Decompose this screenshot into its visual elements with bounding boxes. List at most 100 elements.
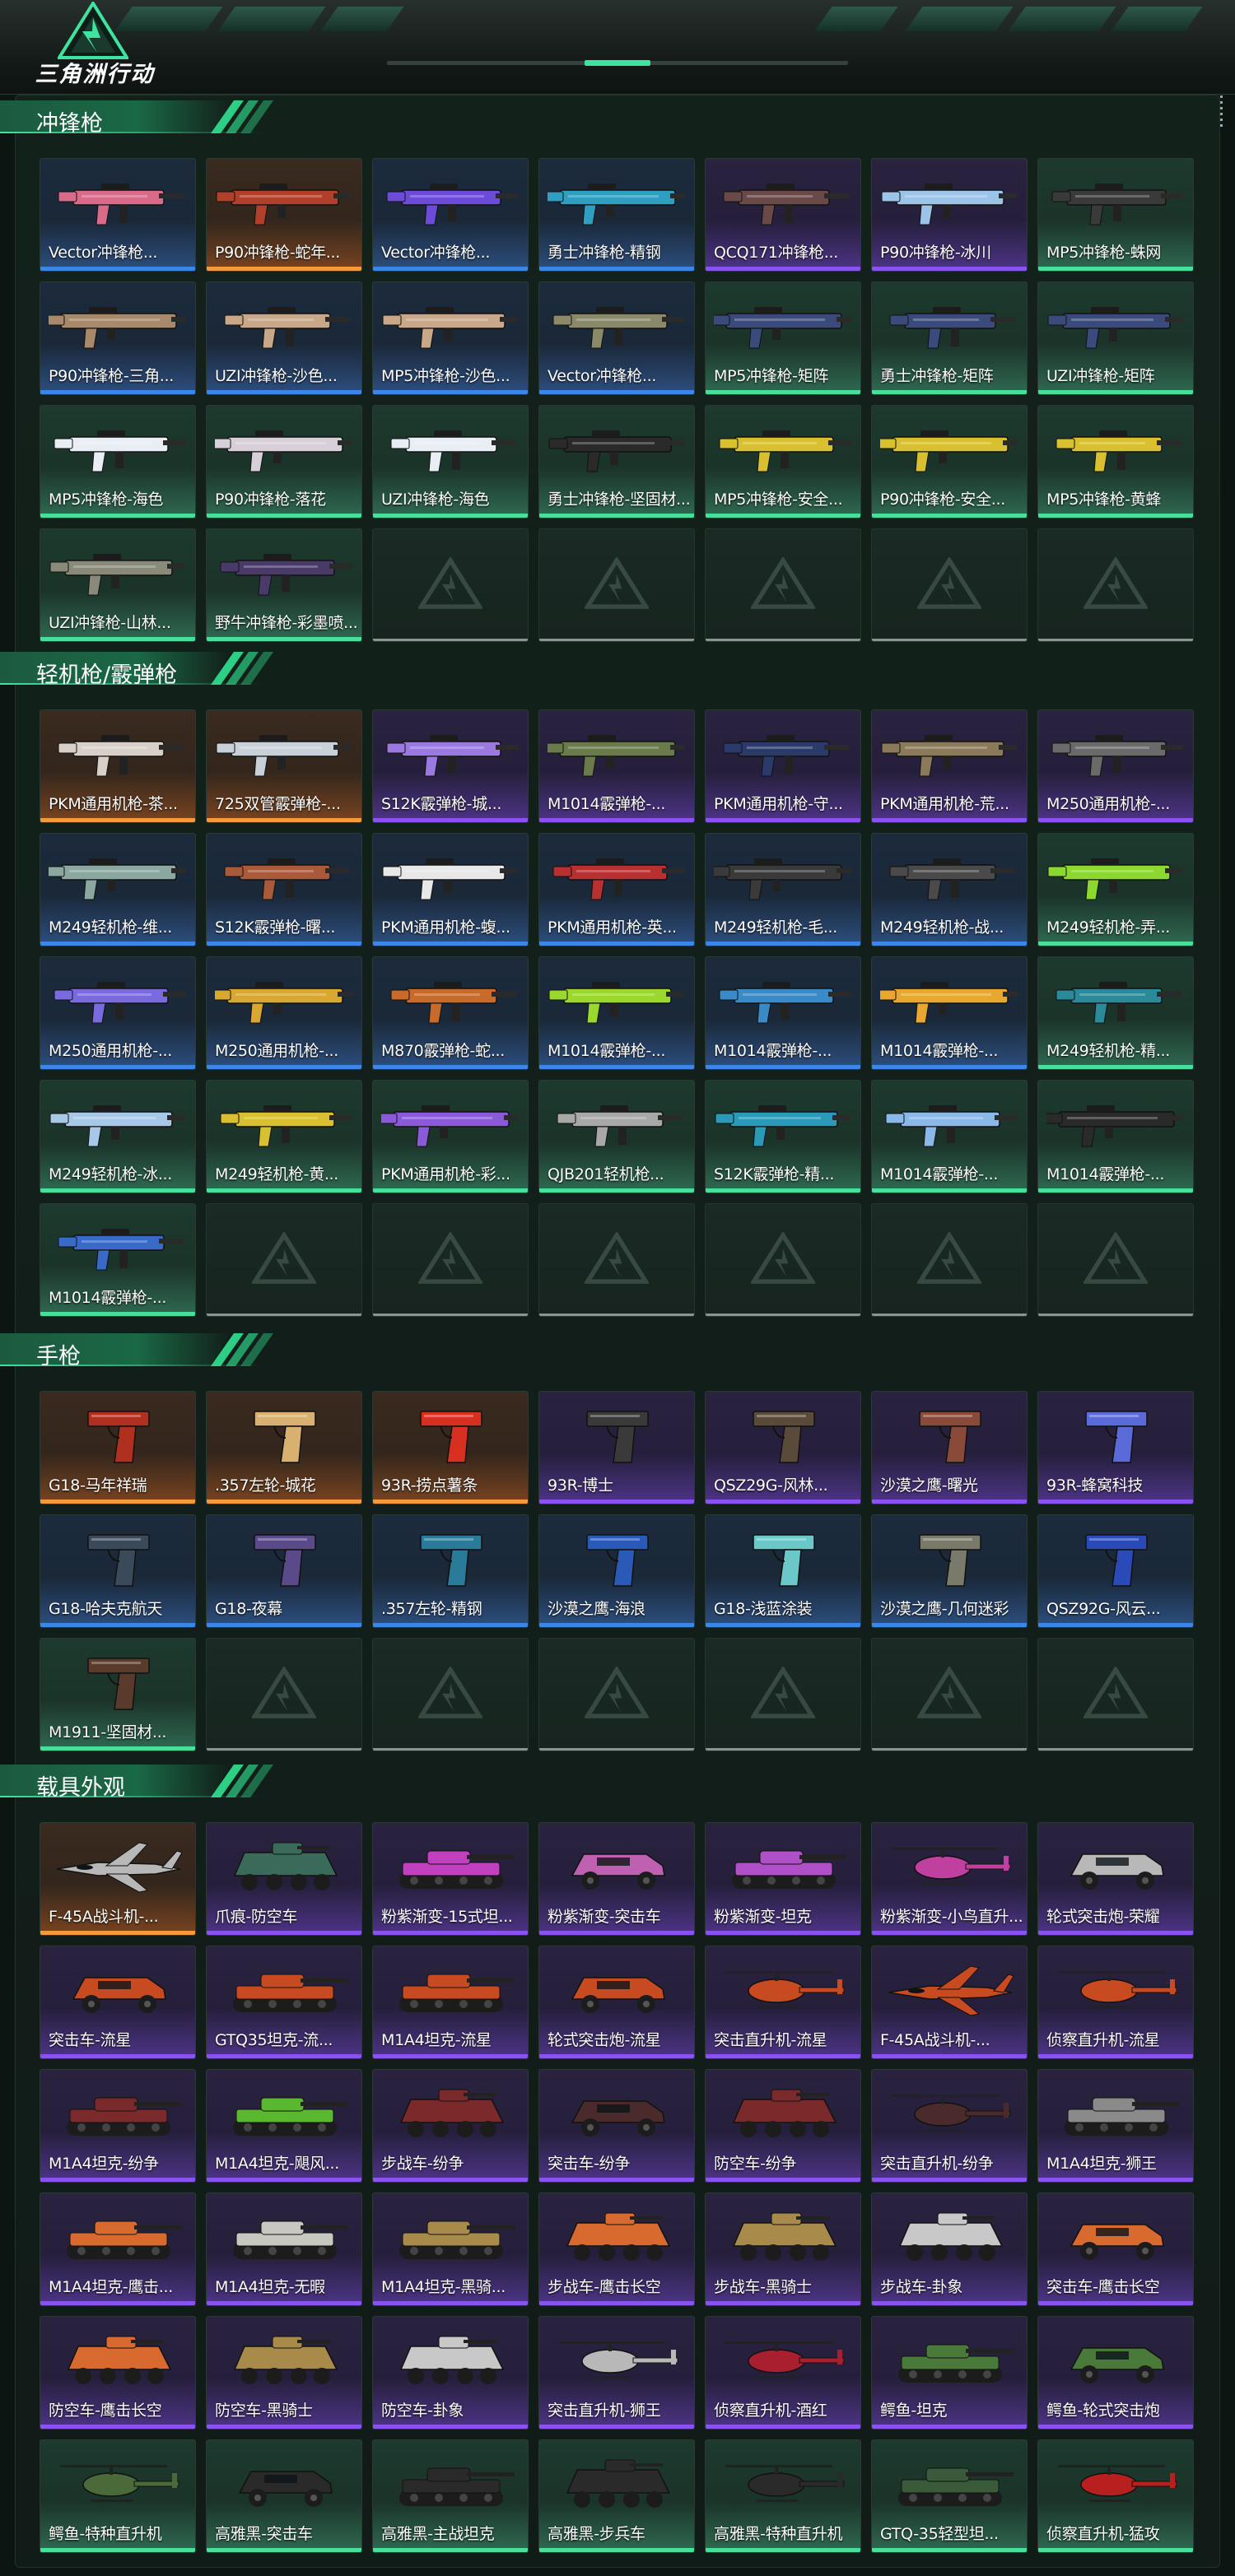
skin-card[interactable]: M249轻机枪-毛... <box>705 833 861 946</box>
skin-card[interactable]: UZI冲锋枪-矩阵 <box>1037 281 1194 395</box>
skin-card[interactable]: 突击直升机-流星 <box>705 1946 861 2059</box>
skin-card[interactable]: 勇士冲锋枪-精钢 <box>538 158 695 272</box>
skin-card[interactable]: P90冲锋枪-安全... <box>871 405 1028 518</box>
skin-card[interactable]: M1A4坦克-流星 <box>372 1946 529 2059</box>
skin-card[interactable]: 轮式突击炮-荣耀 <box>1037 1822 1194 1936</box>
skin-card[interactable]: M1014霰弹枪-... <box>40 1203 196 1317</box>
skin-card[interactable]: 沙漠之鹰-海浪 <box>538 1514 695 1628</box>
skin-card[interactable]: 93R-蜂窝科技 <box>1037 1391 1194 1504</box>
skin-card[interactable]: 突击车-纷争 <box>538 2069 695 2183</box>
skin-card[interactable]: MP5冲锋枪-矩阵 <box>705 281 861 395</box>
skin-card[interactable]: PKM通用机枪-荒... <box>871 709 1028 823</box>
skin-card[interactable]: 防空车-卦象 <box>372 2316 529 2430</box>
skin-card[interactable]: 粉紫渐变-小鸟直升... <box>871 1822 1028 1936</box>
skin-card[interactable]: M249轻机枪-战... <box>871 833 1028 946</box>
skin-card[interactable]: M249轻机枪-精... <box>1037 956 1194 1070</box>
skin-card[interactable]: QSZ92G-风云... <box>1037 1514 1194 1628</box>
skin-card[interactable]: PKM通用机枪-彩... <box>372 1080 529 1193</box>
skin-card[interactable]: 沙漠之鹰-几何迷彩 <box>871 1514 1028 1628</box>
skin-card[interactable]: MP5冲锋枪-黄蜂 <box>1037 405 1194 518</box>
skin-card[interactable]: MP5冲锋枪-海色 <box>40 405 196 518</box>
skin-card[interactable]: M1014霰弹枪-... <box>538 709 695 823</box>
skin-card[interactable]: G18-哈夫克航天 <box>40 1514 196 1628</box>
skin-card[interactable]: M249轻机枪-冰... <box>40 1080 196 1193</box>
skin-card[interactable]: 爪痕-防空车 <box>206 1822 362 1936</box>
skin-card[interactable]: 勇士冲锋枪-矩阵 <box>871 281 1028 395</box>
skin-card[interactable]: 93R-捞点薯条 <box>372 1391 529 1504</box>
skin-card[interactable]: MP5冲锋枪-蛛网 <box>1037 158 1194 272</box>
skin-card[interactable]: QJB201轻机枪... <box>538 1080 695 1193</box>
skin-card[interactable]: GTQ-35轻型坦... <box>871 2439 1028 2553</box>
skin-card[interactable]: M1A4坦克-无暇 <box>206 2192 362 2306</box>
skin-card[interactable]: PKM通用机枪-蝮... <box>372 833 529 946</box>
skin-card[interactable]: PKM通用机枪-茶... <box>40 709 196 823</box>
skin-card[interactable]: .357左轮-精钢 <box>372 1514 529 1628</box>
skin-card[interactable]: Vector冲锋枪... <box>40 158 196 272</box>
skin-card[interactable]: 防空车-黑骑士 <box>206 2316 362 2430</box>
skin-card[interactable]: Vector冲锋枪... <box>372 158 529 272</box>
skin-card[interactable]: 突击直升机-纷争 <box>871 2069 1028 2183</box>
scrollbar[interactable] <box>1219 92 1223 142</box>
skin-card[interactable]: 突击车-鹰击长空 <box>1037 2192 1194 2306</box>
skin-card[interactable]: 突击车-流星 <box>40 1946 196 2059</box>
skin-card[interactable]: 步战车-纷争 <box>372 2069 529 2183</box>
skin-card[interactable]: M249轻机枪-维... <box>40 833 196 946</box>
skin-card[interactable]: QSZ29G-风林... <box>705 1391 861 1504</box>
skin-card[interactable]: 侦察直升机-猛攻 <box>1037 2439 1194 2553</box>
skin-card[interactable]: M1014霰弹枪-... <box>538 956 695 1070</box>
skin-card[interactable]: M250通用机枪-... <box>1037 709 1194 823</box>
skin-card[interactable]: M249轻机枪-弄... <box>1037 833 1194 946</box>
skin-card[interactable]: UZI冲锋枪-海色 <box>372 405 529 518</box>
skin-card[interactable]: P90冲锋枪-蛇年... <box>206 158 362 272</box>
skin-card[interactable]: S12K霰弹枪-城... <box>372 709 529 823</box>
skin-card[interactable]: M1014霰弹枪-... <box>705 956 861 1070</box>
skin-card[interactable]: 鳄鱼-轮式突击炮 <box>1037 2316 1194 2430</box>
skin-card[interactable]: 粉紫渐变-突击车 <box>538 1822 695 1936</box>
skin-card[interactable]: 野牛冲锋枪-彩墨喷... <box>206 528 362 642</box>
skin-card[interactable]: 突击直升机-狮王 <box>538 2316 695 2430</box>
skin-card[interactable]: F-45A战斗机-... <box>40 1822 196 1936</box>
skin-card[interactable]: M250通用机枪-... <box>40 956 196 1070</box>
skin-card[interactable]: M1014霰弹枪-... <box>871 956 1028 1070</box>
skin-card[interactable]: 防空车-鹰击长空 <box>40 2316 196 2430</box>
skin-card[interactable]: 高雅黑-特种直升机 <box>705 2439 861 2553</box>
skin-card[interactable]: 防空车-纷争 <box>705 2069 861 2183</box>
skin-card[interactable]: UZI冲锋枪-沙色... <box>206 281 362 395</box>
skin-card[interactable]: PKM通用机枪-守... <box>705 709 861 823</box>
skin-card[interactable]: P90冲锋枪-三角... <box>40 281 196 395</box>
skin-card[interactable]: P90冲锋枪-落花 <box>206 405 362 518</box>
skin-card[interactable]: G18-浅蓝涂装 <box>705 1514 861 1628</box>
skin-card[interactable]: M1A4坦克-纷争 <box>40 2069 196 2183</box>
skin-card[interactable]: 轮式突击炮-流星 <box>538 1946 695 2059</box>
skin-card[interactable]: G18-马年祥瑞 <box>40 1391 196 1504</box>
skin-card[interactable]: MP5冲锋枪-沙色... <box>372 281 529 395</box>
skin-card[interactable]: 鳄鱼-特种直升机 <box>40 2439 196 2553</box>
skin-card[interactable]: 勇士冲锋枪-坚固材... <box>538 405 695 518</box>
skin-card[interactable]: P90冲锋枪-冰川 <box>871 158 1028 272</box>
skin-card[interactable]: 725双管霰弹枪-... <box>206 709 362 823</box>
skin-card[interactable]: .357左轮-城花 <box>206 1391 362 1504</box>
skin-card[interactable]: 93R-博士 <box>538 1391 695 1504</box>
skin-card[interactable]: Vector冲锋枪... <box>538 281 695 395</box>
skin-card[interactable]: M1014霰弹枪-... <box>871 1080 1028 1193</box>
skin-card[interactable]: 高雅黑-主战坦克 <box>372 2439 529 2553</box>
skin-card[interactable]: M1911-坚固材... <box>40 1638 196 1751</box>
skin-card[interactable]: 步战车-鹰击长空 <box>538 2192 695 2306</box>
skin-card[interactable]: 高雅黑-突击车 <box>206 2439 362 2553</box>
skin-card[interactable]: S12K霰弹枪-精... <box>705 1080 861 1193</box>
skin-card[interactable]: M250通用机枪-... <box>206 956 362 1070</box>
skin-card[interactable]: F-45A战斗机-... <box>871 1946 1028 2059</box>
skin-card[interactable]: M1A4坦克-狮王 <box>1037 2069 1194 2183</box>
skin-card[interactable]: S12K霰弹枪-曙... <box>206 833 362 946</box>
skin-card[interactable]: M870霰弹枪-蛇... <box>372 956 529 1070</box>
skin-card[interactable]: 鳄鱼-坦克 <box>871 2316 1028 2430</box>
skin-card[interactable]: M1A4坦克-鹰击... <box>40 2192 196 2306</box>
skin-card[interactable]: M1014霰弹枪-... <box>1037 1080 1194 1193</box>
skin-card[interactable]: PKM通用机枪-英... <box>538 833 695 946</box>
skin-card[interactable]: M1A4坦克-飓风... <box>206 2069 362 2183</box>
skin-card[interactable]: G18-夜幕 <box>206 1514 362 1628</box>
skin-card[interactable]: QCQ171冲锋枪... <box>705 158 861 272</box>
skin-card[interactable]: 步战车-黑骑士 <box>705 2192 861 2306</box>
skin-card[interactable]: M249轻机枪-黄... <box>206 1080 362 1193</box>
skin-card[interactable]: 粉紫渐变-15式坦... <box>372 1822 529 1936</box>
